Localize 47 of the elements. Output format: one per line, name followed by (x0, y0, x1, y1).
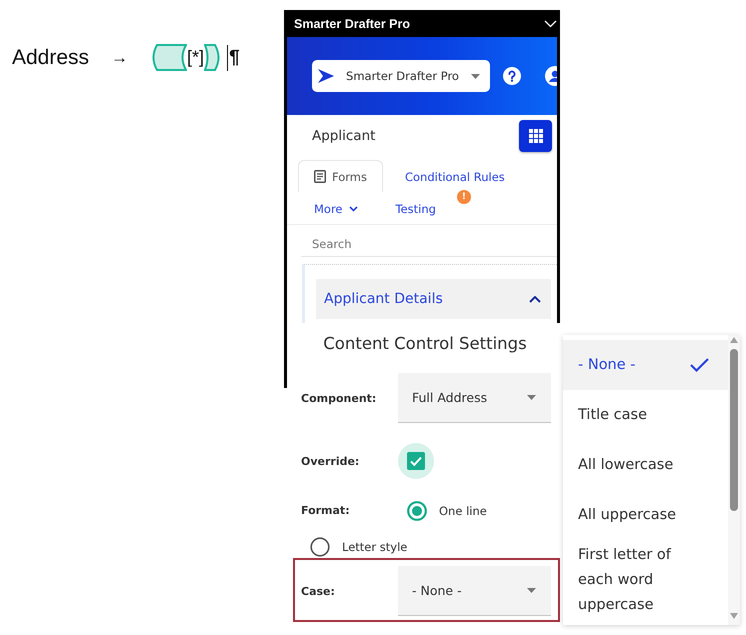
radio-option[interactable]: Letter style (301, 534, 408, 560)
arrow-symbol: → (111, 48, 128, 68)
menu-option[interactable]: All uppercase (563, 490, 728, 540)
logo-icon (318, 69, 334, 83)
scrollbar[interactable] (728, 335, 740, 625)
help-icon[interactable] (503, 67, 521, 85)
tab[interactable]: Conditional Rules (388, 160, 521, 192)
field-name-text: Address (12, 46, 90, 70)
check-icon (690, 358, 709, 372)
dialog-title: Content Control Settings (322, 333, 528, 355)
menu-option[interactable]: Title case (563, 390, 728, 440)
tab[interactable]: Forms (298, 160, 383, 192)
caret-down-icon (471, 74, 480, 78)
scroll-down-icon[interactable] (730, 613, 738, 619)
search-field[interactable]: Search (301, 231, 557, 257)
menu-option[interactable]: First letter of each word uppercase (563, 540, 728, 618)
alert-badge: ! (456, 190, 471, 204)
window-title: Smarter Drafter Pro (294, 16, 410, 30)
field-label: Case: (301, 584, 336, 598)
chevron-down-icon[interactable] (544, 20, 557, 28)
case-select[interactable]: - None - (398, 566, 551, 616)
tab[interactable]: Testing (380, 192, 452, 224)
group-header[interactable]: Applicant Details (316, 279, 551, 319)
caret-down-icon (527, 588, 536, 593)
tab[interactable]: More (298, 192, 374, 224)
field-label: Override: (301, 454, 360, 468)
app-switcher[interactable]: Smarter Drafter Pro (312, 60, 490, 92)
component-select[interactable]: Full Address (398, 373, 551, 423)
pilcrow-mark: ¶ (229, 46, 240, 68)
checkbox[interactable] (398, 443, 434, 479)
field-label: Component: (301, 392, 378, 404)
radio-option[interactable]: One line (398, 498, 487, 524)
caret-down-icon (527, 395, 536, 400)
user-icon[interactable] (545, 66, 557, 86)
chevron-up-icon (529, 296, 541, 302)
apps-button[interactable] (519, 120, 552, 152)
grid-icon (528, 129, 542, 143)
scroll-up-icon[interactable] (730, 337, 738, 343)
menu-option[interactable]: All lowercase (563, 440, 728, 490)
text-cursor (227, 44, 228, 70)
document-icon (314, 170, 326, 183)
placeholder-text: [*] (187, 47, 204, 68)
section-title: Applicant (312, 128, 376, 144)
menu-option[interactable]: - None - (563, 340, 728, 390)
chevron-down-icon (348, 206, 358, 212)
field-label: Format: (301, 503, 351, 519)
scrollbar-thumb[interactable] (730, 349, 738, 511)
